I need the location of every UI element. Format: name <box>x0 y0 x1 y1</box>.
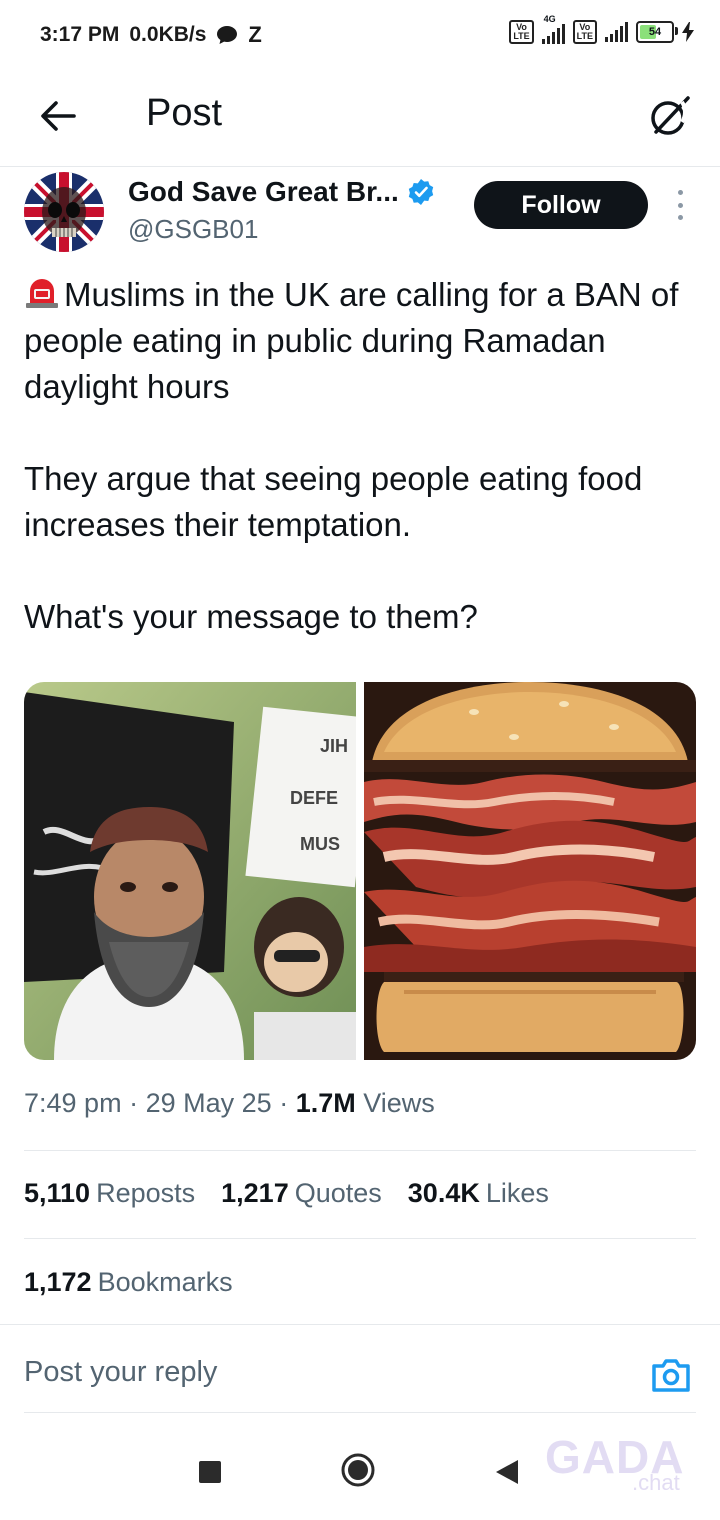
media-photo-protester[interactable]: JIH DEFE MUS <box>24 682 356 1060</box>
home-button[interactable] <box>340 1452 376 1488</box>
network-type: 4G <box>543 14 556 24</box>
status-bar: 3:17 PM 0.0KB/s Z Vo LTE 4G Vo LTE 54 <box>0 0 720 70</box>
sign-text-2: DEFE <box>290 788 338 808</box>
tweet-line-2: They argue that seeing people eating foo… <box>24 460 643 543</box>
post-meta: 7:49 pm · 29 May 25 · 1.7M Views <box>24 1088 435 1119</box>
tweet-line-1: Muslims in the UK are calling for a BAN … <box>24 276 679 405</box>
volte-icon: Vo LTE <box>509 20 534 44</box>
tweet-text: Muslims in the UK are calling for a BAN … <box>24 272 696 640</box>
author-name-row: God Save Great Br... <box>128 176 435 208</box>
z-app-icon: Z <box>248 22 262 47</box>
follow-button[interactable]: Follow <box>474 181 648 229</box>
top-app-bar: Post <box>0 70 720 167</box>
likes-count: 30.4K <box>407 1178 480 1208</box>
tweet-paragraph-1: Muslims in the UK are calling for a BAN … <box>24 272 696 410</box>
reply-input[interactable] <box>24 1356 604 1389</box>
post-time: 7:49 pm <box>24 1088 122 1118</box>
quotes-label: Quotes <box>294 1178 382 1208</box>
volte-icon-2: Vo LTE <box>572 20 597 44</box>
more-options-icon[interactable] <box>672 190 688 220</box>
divider <box>24 1412 696 1413</box>
avatar[interactable] <box>24 172 104 252</box>
status-right: Vo LTE 4G Vo LTE 54 <box>509 14 694 44</box>
camera-icon[interactable] <box>650 1354 692 1394</box>
signal-4g: 4G <box>541 14 565 44</box>
views-count: 1.7M <box>295 1088 356 1118</box>
chat-bubble-icon <box>217 26 238 44</box>
page-title: Post <box>146 92 223 134</box>
bookmarks-label: Bookmarks <box>97 1267 233 1297</box>
sign-text-3: MUS <box>300 834 340 854</box>
reposts-stat[interactable]: 5,110 Reposts <box>24 1178 195 1209</box>
post-date: 29 May 25 <box>145 1088 272 1118</box>
arrow-left-icon[interactable] <box>36 94 80 138</box>
author-handle: @GSGB01 <box>128 214 259 244</box>
media-photo-bacon-burger[interactable] <box>364 682 696 1060</box>
divider <box>24 1238 696 1239</box>
meta-separator: · <box>129 1088 139 1118</box>
engagement-stats: 5,110 Reposts 1,217 Quotes 30.4K Likes <box>24 1178 549 1209</box>
views-label[interactable]: Views <box>363 1088 435 1118</box>
bookmarks-count: 1,172 <box>24 1267 92 1297</box>
reposts-count: 5,110 <box>24 1178 91 1208</box>
status-speed: 0.0KB/s <box>129 23 207 46</box>
likes-label: Likes <box>485 1178 549 1208</box>
grok-icon[interactable] <box>646 92 694 140</box>
quotes-stat[interactable]: 1,217 Quotes <box>221 1178 382 1209</box>
tweet-media: JIH DEFE MUS <box>24 682 696 1060</box>
divider <box>0 1324 720 1325</box>
divider <box>24 1150 696 1151</box>
meta-separator-2: · <box>279 1088 289 1118</box>
bookmarks-stat[interactable]: 1,172 Bookmarks <box>24 1267 233 1298</box>
quotes-count: 1,217 <box>221 1178 289 1208</box>
status-left: 3:17 PM 0.0KB/s Z <box>40 22 262 48</box>
battery-level: 54 <box>648 26 662 38</box>
author-name[interactable]: God Save Great Br... <box>128 176 399 208</box>
recents-button[interactable] <box>199 1461 221 1483</box>
status-time: 3:17 PM <box>40 23 120 46</box>
signal-icon-2 <box>605 22 628 42</box>
verified-badge-icon <box>408 179 433 205</box>
signal-icon <box>541 24 565 44</box>
watermark-sub: .chat <box>632 1470 680 1495</box>
sign-text-1: JIH <box>320 736 348 756</box>
tweet-line-3: What's your message to them? <box>24 598 478 635</box>
charging-icon <box>682 22 694 42</box>
back-triangle-icon[interactable] <box>494 1458 520 1486</box>
reposts-label: Reposts <box>96 1178 196 1208</box>
battery-icon: 54 <box>636 21 678 43</box>
siren-emoji-icon <box>26 279 58 308</box>
likes-stat[interactable]: 30.4K Likes <box>408 1178 549 1209</box>
skull-flag-avatar-image <box>24 172 104 252</box>
